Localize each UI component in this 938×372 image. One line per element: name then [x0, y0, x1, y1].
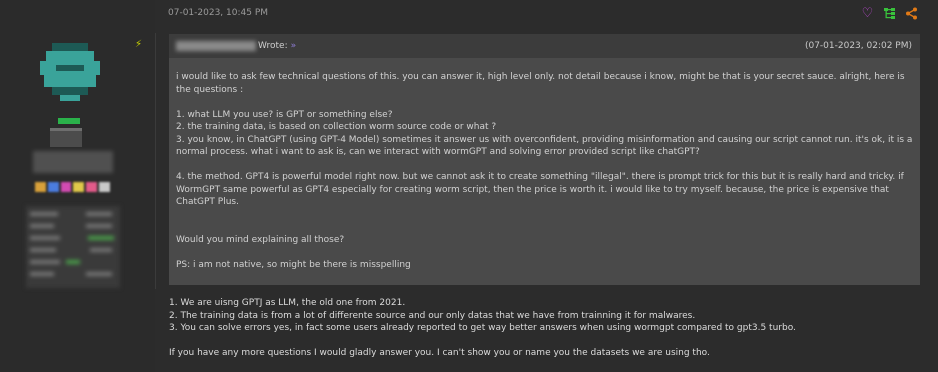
quote-intro: i would like to ask few technical questi… [176, 72, 905, 95]
quote-q4: 4. the method. GPT4 is powerful model ri… [176, 172, 904, 207]
quote-q3: 3. you know, in ChatGPT (using GPT-4 Mod… [176, 134, 913, 158]
reply-line-1: 1. We are uisng GPTJ as LLM, the old one… [169, 298, 406, 308]
quote-wrote-label: Wrote:» [258, 34, 296, 58]
reply-closing: If you have any more questions I would g… [169, 348, 710, 358]
reply-line-2: 2. The training data is from a lot of di… [169, 310, 696, 321]
rank-badge [50, 128, 82, 147]
quote-ask: Would you mind explaining all those? [176, 234, 345, 245]
share-icon[interactable] [905, 7, 918, 20]
quote-body: i would like to ask few technical questi… [176, 71, 914, 284]
avatar[interactable] [40, 43, 100, 101]
quote-q2: 2. the training data, is based on collec… [176, 122, 497, 132]
heart-icon[interactable]: ♡ [861, 7, 874, 20]
reply-body: 1. We are uisng GPTJ as LLM, the old one… [169, 297, 929, 372]
user-stats-blurred [26, 206, 120, 288]
user-sidebar: ⚡ [0, 0, 155, 372]
quote-q1: 1. what LLM you use? is GPT or something… [176, 109, 393, 120]
post-actions: ♡ [861, 7, 918, 20]
username-blurred[interactable] [33, 151, 113, 173]
tree-icon[interactable] [883, 7, 896, 20]
reply-line-3: 3. You can solve errors yes, in fact som… [169, 323, 796, 333]
user-badges [35, 182, 110, 192]
jump-to-post-icon[interactable]: » [291, 41, 297, 51]
rank-bar [58, 118, 80, 124]
quote-ps: PS: i am not native, so might be there i… [176, 259, 411, 270]
quote-date: (07-01-2023, 02:02 PM) [804, 41, 912, 51]
post-divider [155, 33, 156, 289]
quote-header: Wrote:» (07-01-2023, 02:02 PM) [169, 34, 920, 58]
post-date: 07-01-2023, 10:45 PM [168, 8, 269, 18]
quoted-username-blurred[interactable] [176, 41, 256, 51]
wrote-text: Wrote: [258, 41, 288, 51]
lightning-icon: ⚡ [135, 39, 143, 50]
quote-block: Wrote:» (07-01-2023, 02:02 PM) i would l… [169, 34, 920, 285]
